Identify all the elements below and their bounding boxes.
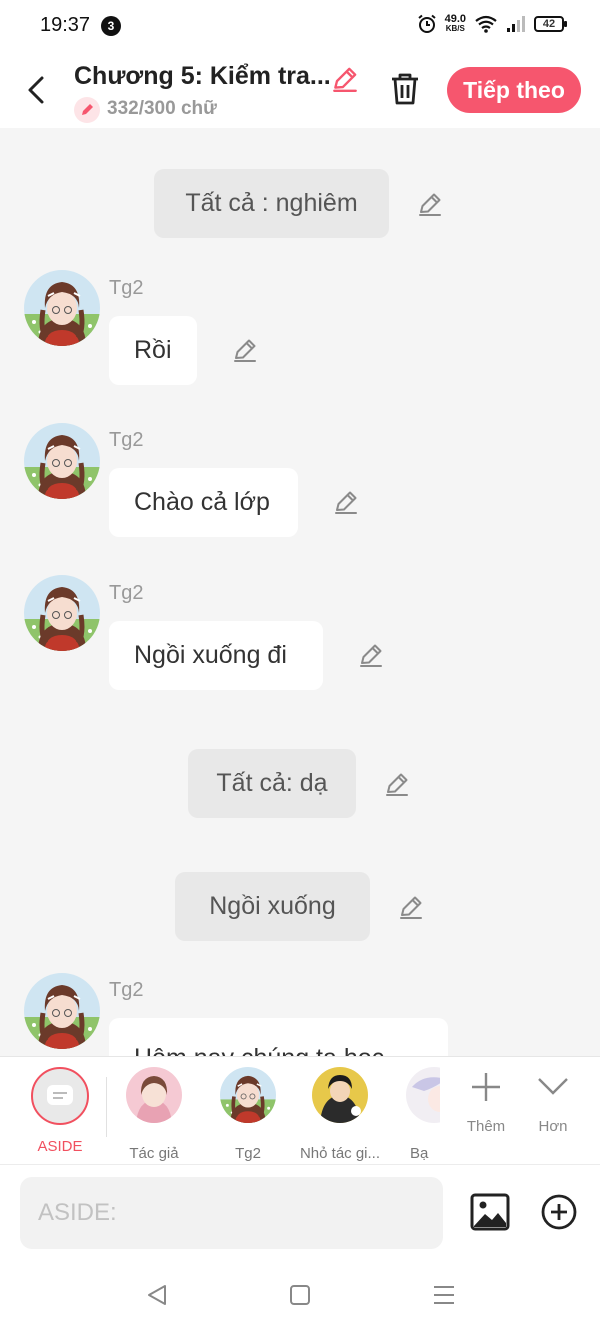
status-time: 19:37 [40, 14, 91, 36]
notification-badge: 3 [101, 16, 121, 36]
add-character-button[interactable]: Thêm [456, 1067, 516, 1135]
network-speed: 49.0 KB/S [445, 14, 466, 34]
word-count: 332/300 chữ [107, 98, 217, 119]
ban-avatar [406, 1067, 440, 1123]
speaker-name: Tg2 [109, 429, 144, 451]
character-nho-tac-gia[interactable]: Nhỏ tác gi... [295, 1067, 385, 1162]
nav-back-icon[interactable] [146, 1283, 168, 1307]
next-button[interactable]: Tiếp theo [447, 67, 581, 113]
nho-tac-gia-avatar [312, 1067, 368, 1123]
battery-icon: 42 [534, 16, 567, 32]
avatar[interactable] [24, 423, 100, 499]
narration-bubble[interactable]: Ngồi xuống [175, 872, 370, 941]
author-avatar [126, 1067, 182, 1123]
character-label: Bạ [410, 1145, 429, 1162]
edit-icon[interactable] [397, 893, 425, 921]
status-icons: 49.0 KB/S 42 [417, 14, 567, 34]
pencil-badge-icon [74, 97, 100, 123]
alarm-icon [417, 14, 436, 33]
character-label: Tg2 [235, 1145, 261, 1162]
chevron-down-icon [538, 1078, 568, 1095]
edit-icon[interactable] [332, 488, 360, 516]
nav-menu-icon[interactable] [432, 1283, 456, 1307]
net-speed-unit: KB/S [445, 24, 465, 33]
nav-home-icon[interactable] [289, 1283, 311, 1307]
avatar[interactable] [24, 973, 100, 1049]
add-icon[interactable] [540, 1193, 578, 1231]
message-bubble[interactable]: Ngồi xuống đi [109, 621, 323, 690]
character-aside[interactable]: ASIDE [15, 1067, 105, 1155]
image-icon[interactable] [470, 1193, 510, 1231]
edit-icon[interactable] [416, 190, 444, 218]
more-characters-button[interactable]: Hơn [523, 1067, 583, 1135]
avatar[interactable] [24, 575, 100, 651]
signal-icon [507, 16, 525, 32]
edit-icon[interactable] [231, 336, 259, 364]
tg2-avatar [220, 1067, 276, 1123]
character-tg2[interactable]: Tg2 [203, 1067, 293, 1162]
edit-icon[interactable] [357, 641, 385, 669]
speaker-name: Tg2 [109, 979, 144, 1001]
character-selector: ASIDE Tác giả Tg2 Nhỏ tác gi... Bạ Thêm … [0, 1056, 600, 1164]
delete-icon[interactable] [386, 70, 424, 108]
edit-title-icon[interactable] [330, 64, 360, 94]
status-bar: 19:37 3 49.0 KB/S 42 [0, 0, 600, 52]
character-label: Tác giả [129, 1145, 179, 1162]
character-ban[interactable]: Bạ [380, 1067, 440, 1162]
message-bubble[interactable]: Chào cả lớp [109, 468, 298, 537]
narration-bubble[interactable]: Tất cả : nghiêm [154, 169, 389, 238]
narration-bubble[interactable]: Tất cả: dạ [188, 749, 356, 818]
composer [0, 1164, 600, 1333]
character-label: Nhỏ tác gi... [299, 1145, 381, 1162]
more-label: Hơn [538, 1118, 568, 1135]
speaker-name: Tg2 [109, 582, 144, 604]
character-author[interactable]: Tác giả [109, 1067, 199, 1162]
message-input[interactable] [20, 1177, 443, 1249]
back-icon[interactable] [22, 72, 54, 108]
add-label: Thêm [466, 1118, 506, 1135]
chat-area[interactable]: Tất cả : nghiêm Tg2 Rồi Tg2 Chào cả lớp … [0, 128, 600, 1056]
avatar[interactable] [24, 270, 100, 346]
message-bubble[interactable]: Hôm nay chúng ta học [109, 1018, 448, 1056]
speaker-name: Tg2 [109, 277, 144, 299]
chapter-title[interactable]: Chương 5: Kiểm tra... [74, 62, 331, 91]
message-bubble[interactable]: Rồi [109, 316, 197, 385]
edit-icon[interactable] [383, 770, 411, 798]
aside-icon [31, 1067, 89, 1125]
plus-icon [472, 1073, 500, 1101]
wifi-icon [475, 15, 497, 33]
header: Chương 5: Kiểm tra... 332/300 chữ Tiếp t… [0, 52, 600, 128]
divider [106, 1077, 107, 1137]
character-label: ASIDE [37, 1138, 83, 1155]
